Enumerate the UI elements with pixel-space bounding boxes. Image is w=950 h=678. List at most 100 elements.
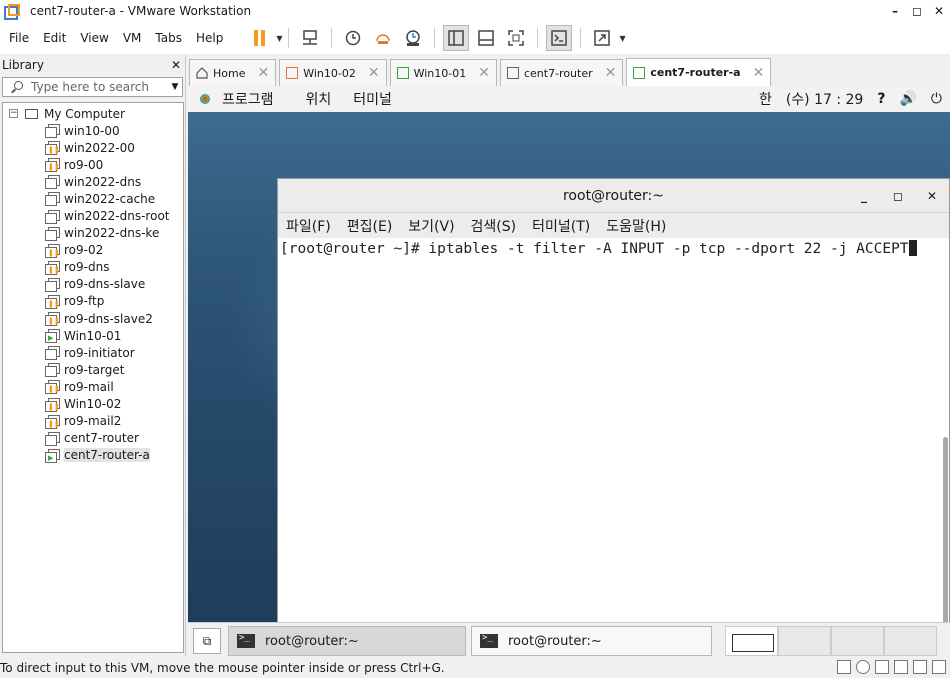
menu-help[interactable]: Help [189, 31, 230, 45]
volume-icon[interactable]: 🔊 [899, 91, 916, 107]
guest-menu-terminal[interactable]: 터미널 [353, 89, 392, 109]
tab-cent7-router-a[interactable]: cent7-router-a ✕ [626, 58, 772, 86]
terminal-menu-edit[interactable]: 편집(E) [347, 216, 393, 236]
vm-list-item[interactable]: ro9-dns-slave [3, 276, 183, 293]
vm-list-item[interactable]: ro9-target [3, 361, 183, 378]
library-close-icon[interactable]: ✕ [171, 58, 181, 72]
terminal-menu-view[interactable]: 보기(V) [408, 216, 454, 236]
hard-disk-icon[interactable] [837, 660, 851, 674]
vm-list-item[interactable]: ❚❚ ro9-mail [3, 378, 183, 395]
ime-indicator[interactable]: 한 [759, 89, 772, 109]
vm-list-item[interactable]: ro9-initiator [3, 344, 183, 361]
vm-list-item[interactable]: ▶ Win10-01 [3, 327, 183, 344]
vm-list-item[interactable]: ❚❚ ro9-dns [3, 259, 183, 276]
terminal-menu-search[interactable]: 검색(S) [471, 216, 517, 236]
library-search-input[interactable]: Type here to search ▼ [2, 77, 183, 97]
vm-console[interactable]: 프로그램 위치 터미널 한 (수) 17 : 29 ? 🔊 ⏻ root@rou… [188, 86, 950, 622]
vm-list-item[interactable]: ❚❚ Win10-02 [3, 396, 183, 413]
vm-list-item[interactable]: ❚❚ win2022-00 [3, 139, 183, 156]
terminal-minimize-button[interactable]: _ [847, 179, 881, 212]
message-icon[interactable] [932, 660, 946, 674]
tab-close-icon[interactable]: ✕ [753, 65, 765, 81]
stretch-dropdown-icon[interactable]: ▼ [619, 34, 625, 43]
network-adapter-2-icon[interactable] [894, 660, 908, 674]
terminal-close-button[interactable]: ✕ [915, 179, 949, 212]
terminal-output[interactable]: [root@router ~]# iptables -t filter -A I… [278, 238, 949, 622]
taskbar-item-terminal[interactable]: root@router:~ [471, 626, 712, 656]
shell-prompt: [root@router ~]# [280, 241, 429, 257]
applications-icon [198, 92, 214, 106]
taskbar-item-terminal[interactable]: root@router:~ [228, 626, 466, 656]
vm-icon [45, 226, 60, 241]
vm-list-item[interactable]: ❚❚ ro9-mail2 [3, 413, 183, 430]
full-screen-button[interactable] [503, 25, 529, 51]
send-ctrl-alt-del-button[interactable] [297, 25, 323, 51]
vm-name: win10-00 [64, 123, 120, 138]
power-icon[interactable]: ⏻ [931, 91, 942, 107]
tab-close-icon[interactable]: ✕ [257, 65, 269, 81]
vm-list-item[interactable]: ❚❚ ro9-02 [3, 242, 183, 259]
revert-snapshot-button[interactable] [370, 25, 396, 51]
vm-list-item[interactable]: win2022-dns-root [3, 207, 183, 224]
vm-icon [45, 277, 60, 292]
guest-status-area: 한 (수) 17 : 29 ? 🔊 ⏻ [759, 86, 942, 112]
terminal-menu-terminal[interactable]: 터미널(T) [532, 216, 590, 236]
pause-button[interactable] [246, 25, 272, 51]
menu-edit[interactable]: Edit [36, 31, 73, 45]
vm-list-item[interactable]: win10-00 [3, 122, 183, 139]
tab-win10-02[interactable]: Win10-02 ✕ [279, 59, 387, 86]
minimize-button[interactable]: – [884, 0, 906, 22]
guest-menu-places[interactable]: 위치 [306, 89, 332, 109]
power-dropdown-icon[interactable]: ▼ [276, 34, 282, 43]
show-thumbnail-bar-button[interactable] [473, 25, 499, 51]
guest-clock[interactable]: (수) 17 : 29 [786, 89, 864, 109]
menu-view[interactable]: View [73, 31, 115, 45]
terminal-maximize-button[interactable]: ◻ [881, 179, 915, 212]
tab-cent7-router[interactable]: cent7-router ✕ [499, 59, 624, 86]
terminal-menu-help[interactable]: 도움말(H) [606, 216, 666, 236]
vm-list-item[interactable]: cent7-router [3, 430, 183, 447]
library-title: Library [2, 58, 44, 72]
guest-menu-applications[interactable]: 프로그램 [222, 89, 274, 109]
vm-list-item[interactable]: ❚❚ ro9-dns-slave2 [3, 310, 183, 327]
collapse-icon[interactable]: − [9, 109, 18, 118]
vm-name: cent7-router [64, 431, 139, 446]
stretch-guest-button[interactable] [589, 25, 615, 51]
network-icon[interactable]: ? [877, 91, 885, 107]
show-desktop-button[interactable]: ⧉ [193, 628, 221, 654]
tab-close-icon[interactable]: ✕ [478, 65, 490, 81]
snapshot-manager-button[interactable] [400, 25, 426, 51]
network-adapter-icon[interactable] [875, 660, 889, 674]
vm-list-item[interactable]: ▶ cent7-router-a [3, 447, 183, 464]
usb-icon[interactable] [913, 660, 927, 674]
vm-icon [45, 192, 60, 207]
tab-win10-01[interactable]: Win10-01 ✕ [389, 59, 497, 86]
cd-dvd-icon[interactable] [856, 660, 870, 674]
workspace-1[interactable] [725, 626, 778, 656]
vm-list-item[interactable]: ❚❚ ro9-ftp [3, 293, 183, 310]
terminal-menu-file[interactable]: 파일(F) [286, 216, 331, 236]
tab-close-icon[interactable]: ✕ [368, 65, 380, 81]
vm-list-item[interactable]: ❚❚ ro9-00 [3, 156, 183, 173]
menu-vm[interactable]: VM [116, 31, 149, 45]
workspace-3[interactable] [831, 626, 884, 656]
search-dropdown-icon[interactable]: ▼ [168, 82, 182, 92]
tab-close-icon[interactable]: ✕ [605, 65, 617, 81]
vm-list-item[interactable]: win2022-cache [3, 190, 183, 207]
tab-home[interactable]: Home ✕ [189, 59, 277, 86]
menu-tabs[interactable]: Tabs [148, 31, 189, 45]
menu-file[interactable]: File [0, 31, 36, 45]
maximize-button[interactable]: ◻ [906, 0, 928, 22]
terminal-scrollbar[interactable] [943, 437, 948, 622]
vm-list-item[interactable]: win2022-dns-ke [3, 225, 183, 242]
show-library-button[interactable] [443, 25, 470, 51]
workspace-4[interactable] [884, 626, 937, 656]
close-button[interactable]: ✕ [928, 0, 950, 22]
vm-list-item[interactable]: win2022-dns [3, 173, 183, 190]
snapshot-button[interactable] [340, 25, 366, 51]
console-view-button[interactable] [546, 25, 573, 51]
workspace-2[interactable] [778, 626, 831, 656]
tree-root-my-computer[interactable]: − My Computer [3, 105, 183, 122]
taskbar-item-label: root@router:~ [508, 633, 602, 649]
vm-paused-icon: ❚❚ [45, 243, 60, 258]
